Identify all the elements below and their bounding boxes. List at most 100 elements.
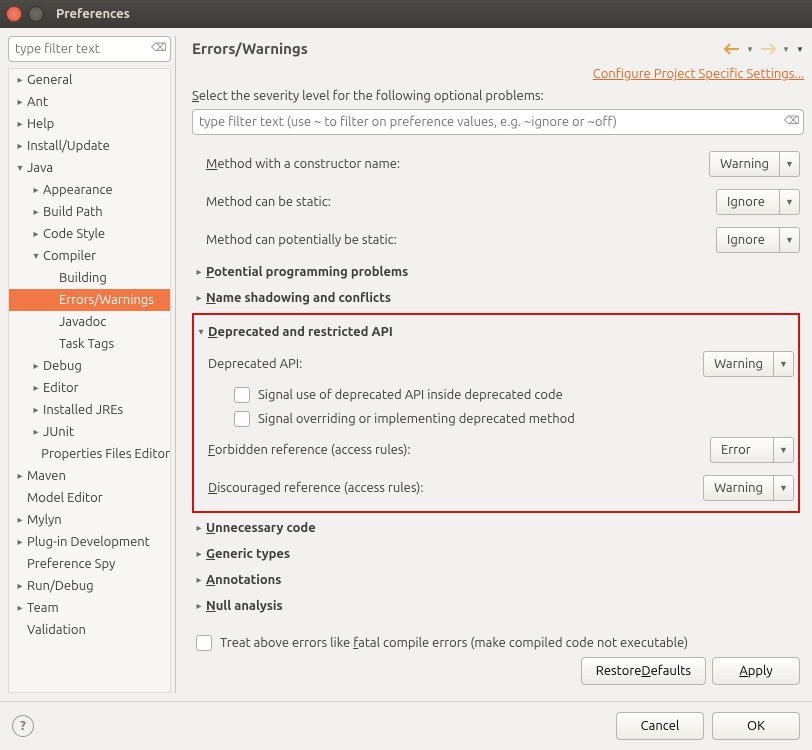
view-menu-icon[interactable]: ▼: [796, 45, 804, 53]
twisty-icon[interactable]: ▸: [13, 580, 27, 592]
tree-item-label: Maven: [27, 469, 66, 483]
preferences-tree[interactable]: ▸General▸Ant▸Help▸Install/Update▾Java▸Ap…: [8, 68, 171, 693]
cancel-button[interactable]: Cancel: [616, 712, 704, 740]
tree-item[interactable]: ▸Validation: [9, 619, 170, 641]
twisty-icon[interactable]: ▸: [192, 292, 206, 304]
section-header[interactable]: ▸Unnecessary code: [192, 515, 800, 541]
tree-item[interactable]: ▸General: [9, 69, 170, 91]
twisty-icon[interactable]: ▸: [29, 404, 43, 416]
ok-button[interactable]: OK: [712, 712, 800, 740]
twisty-icon[interactable]: ▸: [29, 184, 43, 196]
severity-combo[interactable]: Warning▼: [709, 151, 800, 177]
nav-fwd-menu-icon[interactable]: ▼: [782, 45, 790, 53]
help-icon[interactable]: ?: [12, 715, 34, 737]
window-close-icon[interactable]: [6, 6, 22, 22]
tree-item[interactable]: ▸Ant: [9, 91, 170, 113]
tree-item[interactable]: ▸Run/Debug: [9, 575, 170, 597]
tree-item[interactable]: ▾Compiler: [9, 245, 170, 267]
tree-item-label: Properties Files Editor: [41, 447, 170, 461]
project-settings-link[interactable]: Configure Project Specific Settings...: [192, 65, 804, 89]
options-filter-input[interactable]: [192, 109, 804, 135]
twisty-icon[interactable]: ▸: [29, 206, 43, 218]
tree-item[interactable]: ▾Java: [9, 157, 170, 179]
combo-forbidden-ref[interactable]: Error▼: [710, 437, 794, 463]
combo-discouraged-ref[interactable]: Warning▼: [703, 475, 794, 501]
tree-item[interactable]: ▸Building: [9, 267, 170, 289]
tree-item[interactable]: ▸Build Path: [9, 201, 170, 223]
deprecated-api-group: ▾Deprecated and restricted API Deprecate…: [192, 313, 800, 513]
clear-icon[interactable]: ⌫: [151, 41, 165, 55]
clear-icon[interactable]: ⌫: [784, 114, 798, 128]
tree-item[interactable]: ▸Task Tags: [9, 333, 170, 355]
twisty-icon[interactable]: ▸: [13, 140, 27, 152]
tree-item[interactable]: ▸Editor: [9, 377, 170, 399]
tree-item[interactable]: ▸Preference Spy: [9, 553, 170, 575]
twisty-icon[interactable]: ▸: [13, 514, 27, 526]
tree-item-label: Ant: [27, 95, 48, 109]
nav-fwd-icon[interactable]: [760, 43, 776, 55]
tree-item-label: Validation: [27, 623, 86, 637]
tree-item[interactable]: ▸Javadoc: [9, 311, 170, 333]
twisty-icon[interactable]: ▾: [29, 250, 43, 262]
twisty-icon[interactable]: ▸: [13, 602, 27, 614]
section-header[interactable]: ▸Annotations: [192, 567, 800, 593]
content-area: ⌫ ▸General▸Ant▸Help▸Install/Update▾Java▸…: [0, 28, 812, 701]
twisty-icon[interactable]: ▸: [192, 574, 206, 586]
twisty-icon[interactable]: ▸: [29, 228, 43, 240]
severity-combo[interactable]: Ignore▼: [716, 227, 800, 253]
section-deprecated[interactable]: ▾Deprecated and restricted API: [194, 319, 794, 345]
chk-signal-override[interactable]: Signal overriding or implementing deprec…: [194, 407, 794, 431]
combo-deprecated-api[interactable]: Warning▼: [703, 351, 794, 377]
tree-item[interactable]: ▸Code Style: [9, 223, 170, 245]
checkbox-icon[interactable]: [234, 411, 250, 427]
checkbox-icon[interactable]: [196, 635, 212, 651]
tree-item-label: Appearance: [43, 183, 113, 197]
checkbox-icon[interactable]: [234, 387, 250, 403]
tree-item[interactable]: ▸Errors/Warnings: [9, 289, 170, 311]
twisty-icon[interactable]: ▸: [13, 96, 27, 108]
chevron-down-icon: ▼: [774, 437, 794, 463]
twisty-icon[interactable]: ▸: [192, 600, 206, 612]
section-header[interactable]: ▸Generic types: [192, 541, 800, 567]
tree-item-label: Run/Debug: [27, 579, 94, 593]
window-title: Preferences: [56, 7, 130, 21]
tree-item[interactable]: ▸Plug-in Development: [9, 531, 170, 553]
twisty-icon[interactable]: ▸: [192, 548, 206, 560]
tree-item[interactable]: ▸Model Editor: [9, 487, 170, 509]
tree-item[interactable]: ▸Properties Files Editor: [9, 443, 170, 465]
tree-item-label: Mylyn: [27, 513, 62, 527]
tree-item[interactable]: ▸JUnit: [9, 421, 170, 443]
tree-item[interactable]: ▸Appearance: [9, 179, 170, 201]
twisty-icon[interactable]: ▸: [192, 266, 206, 278]
tree-item[interactable]: ▸Debug: [9, 355, 170, 377]
twisty-icon[interactable]: ▸: [29, 360, 43, 372]
tree-item[interactable]: ▸Help: [9, 113, 170, 135]
chk-signal-inside[interactable]: Signal use of deprecated API inside depr…: [194, 383, 794, 407]
tree-item[interactable]: ▸Install/Update: [9, 135, 170, 157]
twisty-icon[interactable]: ▾: [13, 162, 27, 174]
twisty-icon[interactable]: ▸: [13, 118, 27, 130]
tree-item[interactable]: ▸Maven: [9, 465, 170, 487]
tree-item[interactable]: ▸Installed JREs: [9, 399, 170, 421]
twisty-icon[interactable]: ▸: [29, 382, 43, 394]
section-header[interactable]: ▸Name shadowing and conflicts: [192, 285, 800, 311]
treat-fatal-row[interactable]: Treat above errors like fatal compile er…: [192, 619, 800, 653]
window-minimize-icon[interactable]: [28, 6, 44, 22]
restore-defaults-button[interactable]: Restore Defaults: [581, 657, 706, 685]
tree-item[interactable]: ▸Mylyn: [9, 509, 170, 531]
twisty-icon[interactable]: ▸: [29, 426, 43, 438]
tree-item-label: Help: [27, 117, 54, 131]
right-pane: Errors/Warnings ▼ ▼ ▼ Configure Project …: [176, 36, 804, 693]
apply-button[interactable]: Apply: [712, 657, 800, 685]
tree-filter-input[interactable]: [8, 36, 171, 62]
nav-back-icon[interactable]: [724, 43, 740, 55]
twisty-icon[interactable]: ▸: [13, 536, 27, 548]
severity-combo[interactable]: Ignore▼: [716, 189, 800, 215]
nav-back-menu-icon[interactable]: ▼: [746, 45, 754, 53]
twisty-icon[interactable]: ▸: [13, 74, 27, 86]
tree-item[interactable]: ▸Team: [9, 597, 170, 619]
section-header[interactable]: ▸Potential programming problems: [192, 259, 800, 285]
section-header[interactable]: ▸Null analysis: [192, 593, 800, 619]
twisty-icon[interactable]: ▸: [13, 470, 27, 482]
twisty-icon[interactable]: ▸: [192, 522, 206, 534]
